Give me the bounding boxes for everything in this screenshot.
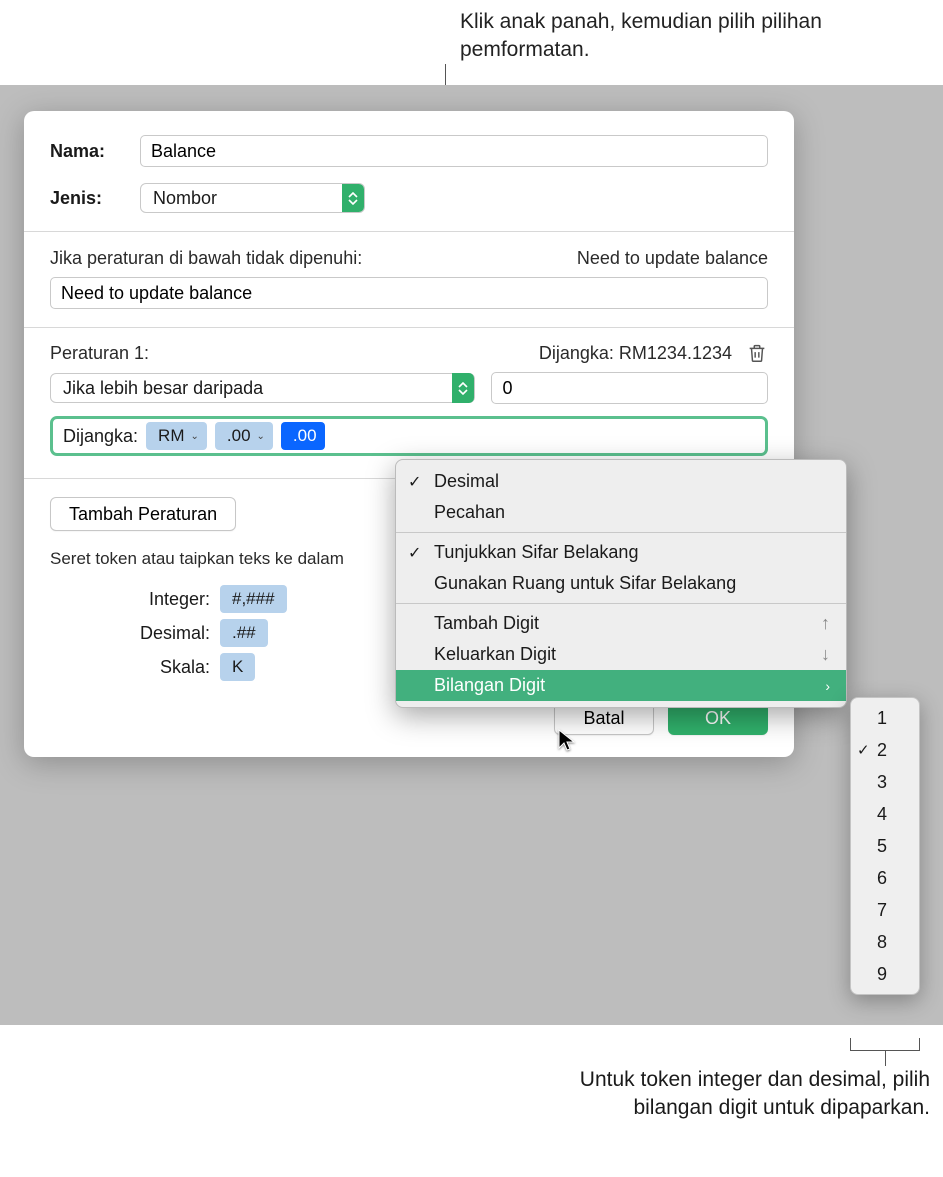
popup-item-fraction[interactable]: Pecahan (396, 497, 846, 528)
popup-item-label: Bilangan Digit (434, 675, 545, 696)
submenu-label: 1 (877, 708, 887, 729)
popup-item-decimal[interactable]: ✓ Desimal (396, 466, 846, 497)
integer-token[interactable]: #,### (220, 585, 287, 613)
token-decimal-2-label: .00 (293, 426, 317, 446)
name-input[interactable] (140, 135, 768, 167)
fallback-value-input[interactable] (50, 277, 768, 309)
scale-token[interactable]: K (220, 653, 255, 681)
submenu-label: 4 (877, 804, 887, 825)
check-icon: ✓ (408, 472, 421, 492)
token-rm-label: RM (158, 426, 184, 446)
submenu-label: 3 (877, 772, 887, 793)
rule1-label: Peraturan 1: (50, 343, 149, 364)
rule1-preview: Dijangka: RM1234.1234 (539, 343, 732, 364)
type-select-value: Nombor (140, 183, 365, 213)
submenu-item-2[interactable]: ✓2 (851, 734, 919, 766)
decimal-token[interactable]: .## (220, 619, 268, 647)
decimal-label: Desimal: (130, 623, 210, 644)
popup-item-label: Tunjukkan Sifar Belakang (434, 542, 638, 563)
divider (24, 231, 794, 232)
popup-item-label: Gunakan Ruang untuk Sifar Belakang (434, 573, 736, 594)
digit-count-submenu: 1 ✓2 3 4 5 6 7 8 9 (850, 697, 920, 995)
token-decimal-1-label: .00 (227, 426, 251, 446)
submenu-item-5[interactable]: 5 (851, 830, 919, 862)
fallback-rule-label: Jika peraturan di bawah tidak dipenuhi: (50, 248, 362, 269)
type-select[interactable]: Nombor (140, 183, 365, 213)
rule1-condition-value: Jika lebih besar daripada (50, 373, 475, 403)
arrow-up-icon: ↑ (821, 613, 830, 634)
divider (24, 327, 794, 328)
format-strip[interactable]: Dijangka: RM ⌄ .00 ⌄ .00 (50, 416, 768, 456)
arrow-down-icon: ↓ (821, 644, 830, 665)
callout-top: Klik anak panah, kemudian pilih pilihan … (460, 8, 840, 65)
chevrons-icon (452, 373, 474, 403)
rule1-value-input[interactable] (491, 372, 768, 404)
submenu-item-1[interactable]: 1 (851, 702, 919, 734)
submenu-label: 7 (877, 900, 887, 921)
chevron-right-icon: › (825, 678, 830, 694)
fallback-preview: Need to update balance (577, 248, 768, 269)
chevron-down-icon: ⌄ (257, 431, 265, 442)
submenu-label: 2 (877, 740, 887, 761)
check-icon: ✓ (857, 741, 870, 759)
chevrons-icon (342, 184, 364, 212)
check-icon: ✓ (408, 543, 421, 563)
integer-label: Integer: (130, 589, 210, 610)
callout-caliper (850, 1038, 920, 1058)
type-label: Jenis: (50, 188, 140, 209)
chevron-down-icon: ⌄ (191, 431, 199, 442)
popup-item-trailing-zeros[interactable]: ✓ Tunjukkan Sifar Belakang (396, 537, 846, 568)
submenu-label: 9 (877, 964, 887, 985)
token-rm[interactable]: RM ⌄ (146, 422, 207, 450)
trash-icon[interactable] (746, 342, 768, 364)
divider (396, 532, 846, 533)
submenu-item-9[interactable]: 9 (851, 958, 919, 990)
submenu-label: 6 (877, 868, 887, 889)
popup-item-add-digit[interactable]: Tambah Digit ↑ (396, 608, 846, 639)
popup-item-space-trailing[interactable]: Gunakan Ruang untuk Sifar Belakang (396, 568, 846, 599)
popup-item-label: Desimal (434, 471, 499, 492)
submenu-item-3[interactable]: 3 (851, 766, 919, 798)
token-decimal-2[interactable]: .00 (281, 422, 325, 450)
rule1-condition-select[interactable]: Jika lebih besar daripada (50, 372, 475, 404)
submenu-item-4[interactable]: 4 (851, 798, 919, 830)
submenu-item-7[interactable]: 7 (851, 894, 919, 926)
add-rule-button[interactable]: Tambah Peraturan (50, 497, 236, 531)
popup-item-digit-count[interactable]: Bilangan Digit › (396, 670, 846, 701)
scale-label: Skala: (130, 657, 210, 678)
divider (396, 603, 846, 604)
popup-item-label: Pecahan (434, 502, 505, 523)
name-label: Nama: (50, 141, 140, 162)
token-decimal-1[interactable]: .00 ⌄ (215, 422, 273, 450)
submenu-label: 5 (877, 836, 887, 857)
popup-item-label: Keluarkan Digit (434, 644, 556, 665)
submenu-item-6[interactable]: 6 (851, 862, 919, 894)
format-options-popup: ✓ Desimal Pecahan ✓ Tunjukkan Sifar Bela… (395, 459, 847, 708)
popup-item-remove-digit[interactable]: Keluarkan Digit ↓ (396, 639, 846, 670)
submenu-label: 8 (877, 932, 887, 953)
cursor-icon (557, 728, 579, 754)
format-strip-label: Dijangka: (59, 426, 138, 447)
popup-item-label: Tambah Digit (434, 613, 539, 634)
callout-bottom: Untuk token integer dan desimal, pilih b… (560, 1066, 930, 1123)
submenu-item-8[interactable]: 8 (851, 926, 919, 958)
